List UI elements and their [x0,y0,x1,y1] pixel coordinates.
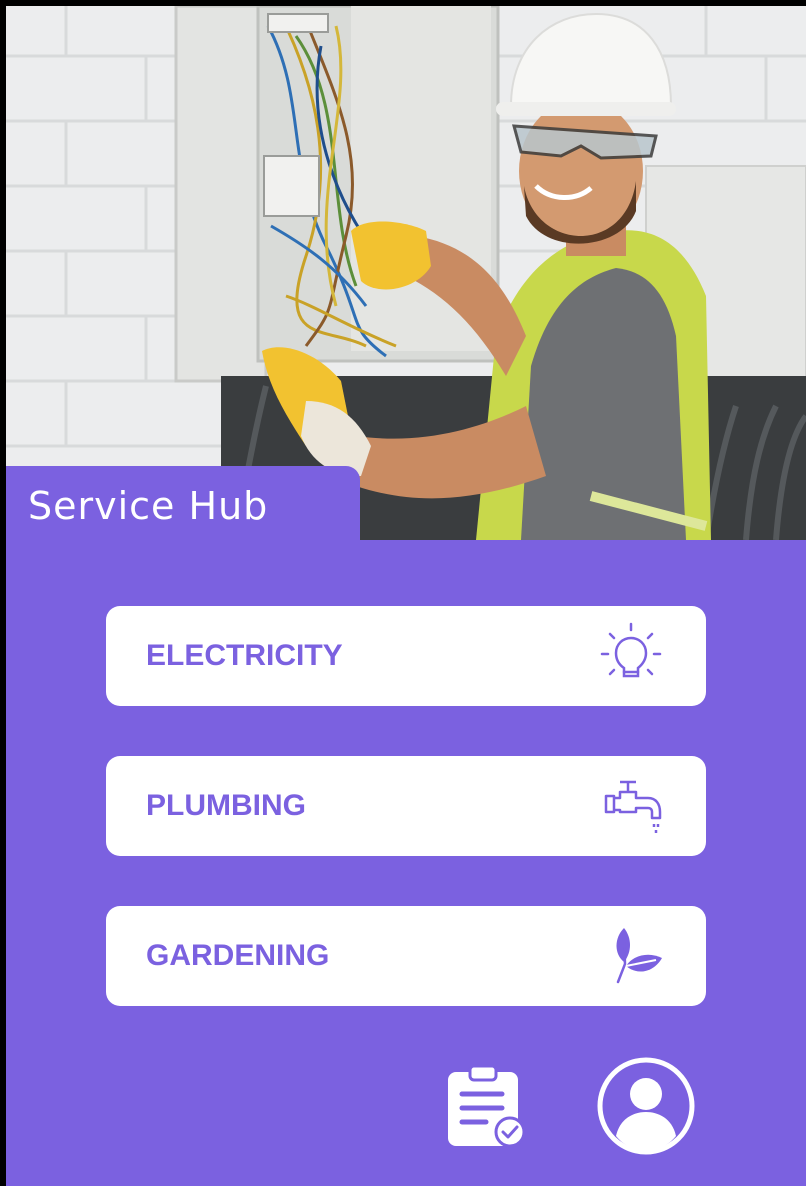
faucet-icon [596,770,668,842]
app-screen: Service Hub ELECTRICITY PLUMBING GARDENI… [6,6,806,1186]
service-label-electricity: ELECTRICITY [146,639,343,672]
lightbulb-icon [596,620,668,692]
app-title: Service Hub [28,484,269,528]
clipboard-check-icon[interactable] [442,1064,526,1153]
service-card-electricity[interactable]: ELECTRICITY [106,606,706,706]
service-card-gardening[interactable]: GARDENING [106,906,706,1006]
service-label-plumbing: PLUMBING [146,789,306,822]
service-label-gardening: GARDENING [146,939,330,972]
hero-image-electrician [6,6,806,540]
service-card-plumbing[interactable]: PLUMBING [106,756,706,856]
user-avatar-icon[interactable] [596,1056,696,1161]
leaf-icon [596,920,668,992]
